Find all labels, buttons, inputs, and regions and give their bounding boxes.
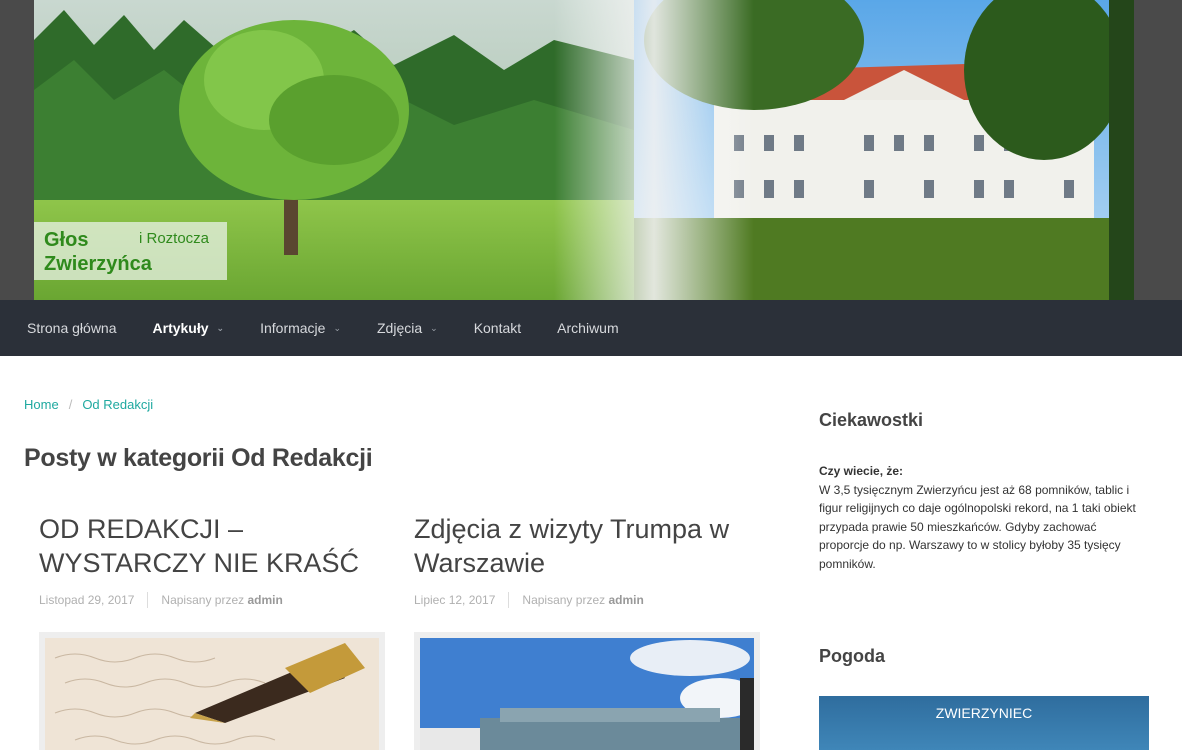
nav-item-label: Strona główna [27, 320, 117, 336]
meta-divider [508, 592, 510, 608]
nav-item-label: Informacje [260, 320, 326, 336]
post-by-label: Napisany przez [161, 593, 245, 607]
post-meta: Listopad 29, 2017 Napisany przez admin [39, 592, 385, 608]
post-title-link[interactable]: Zdjęcia z wizyty Trumpa w Warszawie [414, 512, 760, 580]
site-logo[interactable]: Głos Zwierzyńca i Roztocza [34, 222, 227, 280]
post-meta: Lipiec 12, 2017 Napisany przez admin [414, 592, 760, 608]
meta-divider [147, 592, 149, 608]
logo-sub-text: i Roztocza [139, 230, 210, 247]
header-banner: Głos Zwierzyńca i Roztocza [0, 0, 1182, 300]
post-card: OD REDAKCJI – WYSTARCZY NIE KRAŚĆ Listop… [39, 512, 385, 750]
ciekawostki-paragraph: W 3,5 tysięcznym Zwierzyńcu jest aż 68 p… [819, 482, 1136, 571]
weather-widget[interactable]: ZWIERZYNIEC [819, 696, 1149, 750]
warsaw-visit-image [420, 638, 754, 750]
nav-item-informacje[interactable]: Informacje ⌄ [260, 320, 341, 336]
post-author-link[interactable]: admin [247, 593, 282, 607]
ciekawostki-lead: Czy wiecie, że: [819, 464, 904, 478]
post-thumbnail[interactable] [39, 632, 385, 750]
ciekawostki-text: Czy wiecie, że: W 3,5 tysięcznym Zwierzy… [819, 462, 1149, 573]
post-date[interactable]: Lipiec 12, 2017 [414, 593, 495, 607]
widget-title-ciekawostki: Ciekawostki [819, 410, 924, 430]
nav-item-artykuly[interactable]: Artykuły ⌄ [153, 320, 225, 336]
breadcrumb-separator: / [68, 397, 73, 412]
nav-item-label: Kontakt [473, 320, 522, 336]
breadcrumb: Home / Od Redakcji [24, 397, 153, 412]
nav-item-archiwum[interactable]: Archiwum [557, 320, 618, 336]
post-thumbnail[interactable] [414, 632, 760, 750]
logo-main-text: Głos Zwierzyńca [44, 229, 152, 275]
post-card: Zdjęcia z wizyty Trumpa w Warszawie Lipi… [414, 512, 760, 750]
weather-city: ZWIERZYNIEC [935, 705, 1033, 721]
post-title-link[interactable]: OD REDAKCJI – WYSTARCZY NIE KRAŚĆ [39, 512, 385, 580]
post-author-link[interactable]: admin [608, 593, 643, 607]
fountain-pen-image [45, 638, 379, 750]
breadcrumb-home-link[interactable]: Home [24, 397, 59, 412]
widget-title-pogoda: Pogoda [819, 646, 885, 666]
page-title: Posty w kategorii Od Redakcji [24, 444, 373, 472]
breadcrumb-current-link[interactable]: Od Redakcji [82, 397, 153, 412]
nav-item-strona-glowna[interactable]: Strona główna [27, 320, 117, 336]
nav-item-label: Zdjęcia [377, 320, 423, 336]
nav-item-kontakt[interactable]: Kontakt [474, 320, 521, 336]
nav-item-label: Artykuły [152, 320, 209, 336]
chevron-down-icon: ⌄ [430, 322, 438, 333]
post-date[interactable]: Listopad 29, 2017 [39, 593, 134, 607]
chevron-down-icon: ⌄ [333, 322, 341, 333]
nav-item-label: Archiwum [557, 320, 619, 336]
main-nav: Strona główna Artykuły ⌄ Informacje ⌄ Zd… [0, 300, 1182, 356]
chevron-down-icon: ⌄ [216, 322, 225, 333]
nav-item-zdjecia[interactable]: Zdjęcia ⌄ [377, 320, 438, 336]
post-by-label: Napisany przez [522, 593, 606, 607]
